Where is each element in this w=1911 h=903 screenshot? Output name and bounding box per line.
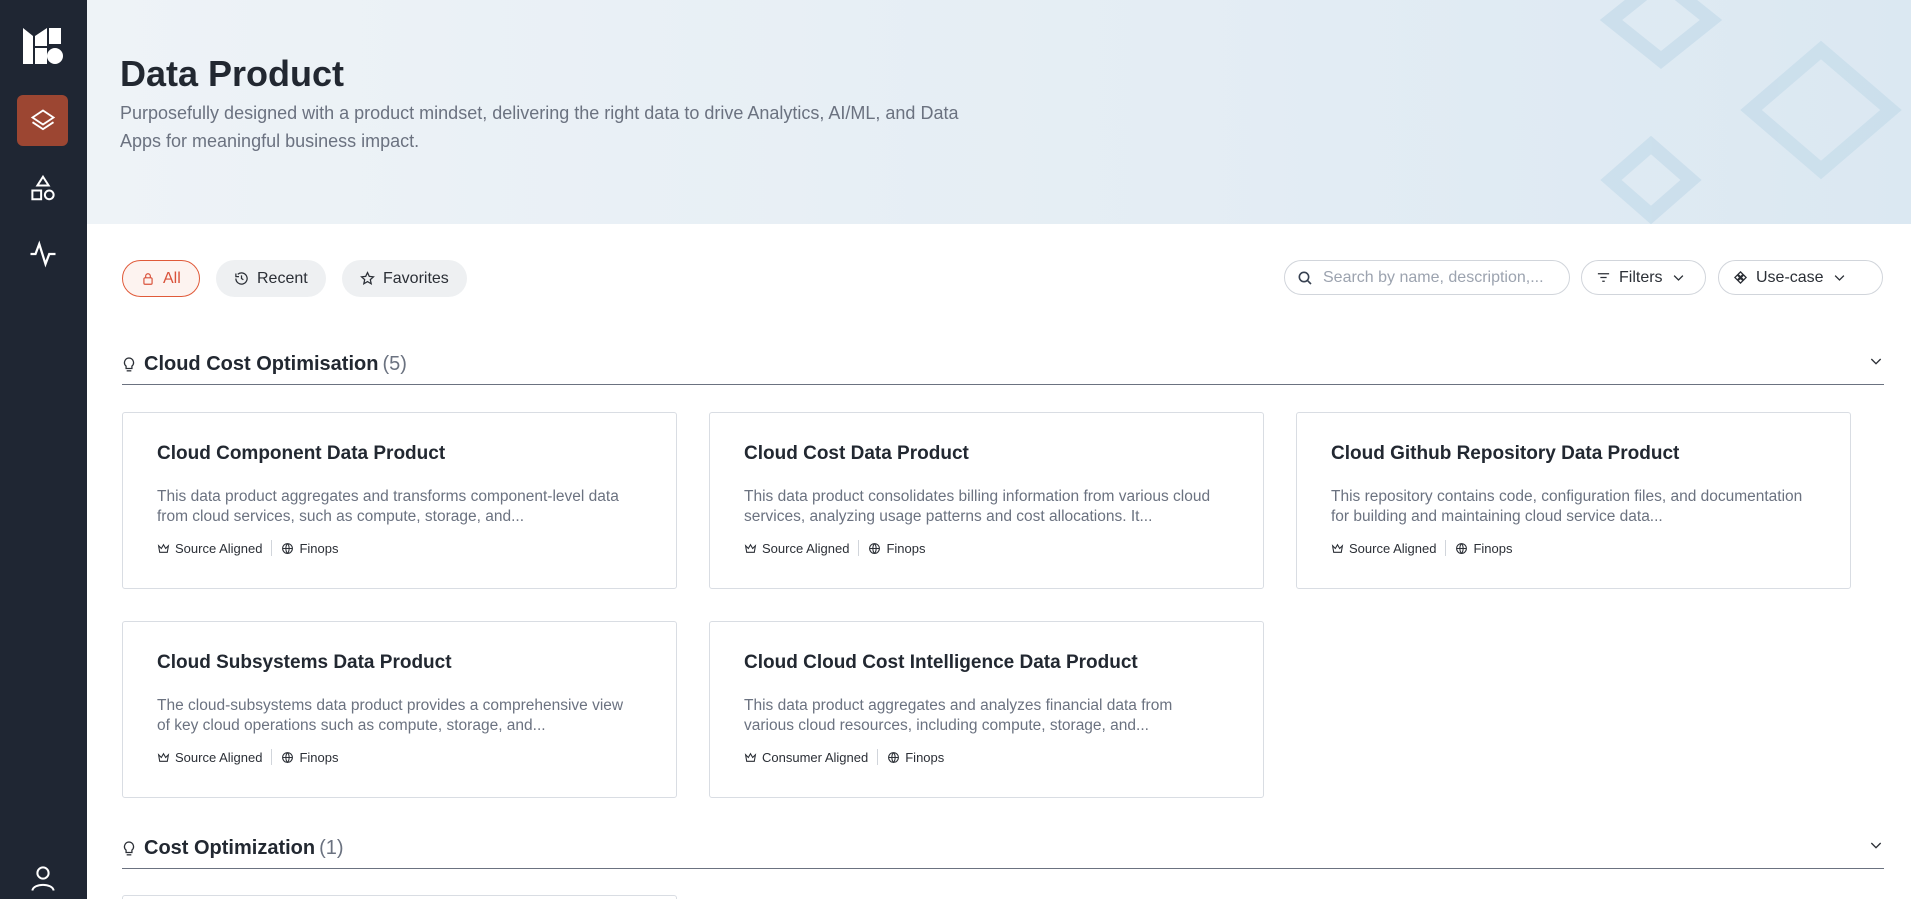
card-description: This data product consolidates billing i… <box>744 488 1211 525</box>
domain-tag: Finops <box>281 541 338 556</box>
section-title: Cost Optimization (1) <box>144 837 344 859</box>
tab-favorites[interactable]: Favorites <box>342 260 467 297</box>
chevron-down-icon[interactable] <box>1868 353 1884 369</box>
card-title: Cloud Cloud Cost Intelligence Data Produ… <box>744 652 1138 673</box>
card-title: Cloud Cost Data Product <box>744 443 969 464</box>
card-tags: Source Aligned Finops <box>157 540 338 556</box>
data-product-card[interactable]: Cloud Cost Data Product This data produc… <box>709 412 1264 589</box>
tag-divider <box>271 749 273 765</box>
globe-icon <box>888 751 900 763</box>
brand-logo-icon[interactable] <box>21 24 63 66</box>
data-product-card[interactable] <box>122 895 677 899</box>
search-icon <box>1298 271 1312 285</box>
section-header[interactable]: Cost Optimization (1) <box>122 829 1884 869</box>
shapes-icon <box>30 174 55 200</box>
section-count: (5) <box>382 353 407 375</box>
tab-all[interactable]: All <box>122 260 200 297</box>
tag-divider <box>271 540 273 556</box>
activity-icon <box>30 240 55 267</box>
filters-label: Filters <box>1619 268 1663 286</box>
tab-recent[interactable]: Recent <box>216 260 326 297</box>
tab-favorites-label: Favorites <box>383 269 449 287</box>
usecase-dropdown[interactable]: Use-case <box>1718 260 1883 295</box>
nav-user-profile[interactable] <box>17 852 68 903</box>
filter-lines-icon <box>1597 273 1610 282</box>
chevron-down-icon <box>1673 275 1683 281</box>
card-title: Cloud Github Repository Data Product <box>1331 443 1680 464</box>
card-title: Cloud Component Data Product <box>157 443 446 464</box>
card-tags: Source Aligned Finops <box>744 540 925 556</box>
search-input[interactable] <box>1323 268 1553 287</box>
main-content: Data Product Purposefully designed with … <box>87 0 1911 899</box>
nav-data-products[interactable] <box>17 95 68 146</box>
lightbulb-icon <box>123 841 135 856</box>
diamond-grid-icon <box>1733 270 1748 285</box>
chevron-down-icon <box>1834 275 1844 281</box>
alignment-tag: Source Aligned <box>744 541 849 556</box>
card-description: The cloud-subsystems data product provid… <box>157 697 624 734</box>
alignment-tag: Source Aligned <box>1331 541 1436 556</box>
crown-icon <box>1331 543 1344 553</box>
page-title: Data Product <box>120 53 345 94</box>
card-description: This repository contains code, configura… <box>1331 488 1803 525</box>
filters-button[interactable]: Filters <box>1581 260 1706 295</box>
tab-recent-label: Recent <box>257 269 308 287</box>
globe-icon <box>869 542 881 554</box>
sidebar <box>0 0 87 899</box>
data-product-card[interactable]: Cloud Cloud Cost Intelligence Data Produ… <box>709 621 1264 798</box>
star-icon <box>360 271 375 285</box>
domain-tag: Finops <box>887 750 944 765</box>
section-title: Cloud Cost Optimisation (5) <box>144 353 407 375</box>
page-header: Data Product Purposefully designed with … <box>87 0 1911 224</box>
tag-divider <box>858 540 860 556</box>
nav-activity[interactable] <box>17 228 68 279</box>
alignment-tag: Source Aligned <box>157 541 262 556</box>
tag-divider <box>877 749 879 765</box>
data-product-card[interactable]: Cloud Subsystems Data Product The cloud-… <box>122 621 677 798</box>
globe-icon <box>1456 542 1468 554</box>
layers-icon <box>30 108 55 130</box>
page-subtitle: Purposefully designed with a product min… <box>120 103 959 151</box>
domain-tag: Finops <box>281 750 338 765</box>
domain-tag: Finops <box>868 541 925 556</box>
card-tags: Consumer Aligned Finops <box>744 749 944 765</box>
crown-icon <box>744 543 757 553</box>
card-tags: Source Aligned Finops <box>1331 540 1512 556</box>
decorative-pattern <box>1599 0 1902 224</box>
data-product-card[interactable]: Cloud Component Data Product This data p… <box>122 412 677 589</box>
search-box <box>1284 260 1570 295</box>
card-title: Cloud Subsystems Data Product <box>157 652 452 673</box>
globe-icon <box>282 751 294 763</box>
usecase-label: Use-case <box>1756 268 1824 286</box>
card-description: This data product aggregates and transfo… <box>157 488 619 525</box>
alignment-tag: Source Aligned <box>157 750 262 765</box>
chevron-down-icon[interactable] <box>1868 837 1884 853</box>
crown-icon <box>744 752 757 762</box>
tab-all-label: All <box>163 269 181 287</box>
section-count: (1) <box>319 837 344 859</box>
lock-icon <box>143 272 153 285</box>
history-icon <box>235 272 248 285</box>
user-icon <box>30 865 55 891</box>
card-tags: Source Aligned Finops <box>157 749 338 765</box>
nav-shapes[interactable] <box>17 162 68 213</box>
domain-tag: Finops <box>1455 541 1512 556</box>
lightbulb-icon <box>123 357 135 372</box>
globe-icon <box>282 542 294 554</box>
card-description: This data product aggregates and analyze… <box>744 697 1173 734</box>
data-product-card[interactable]: Cloud Github Repository Data Product Thi… <box>1296 412 1851 589</box>
section-header[interactable]: Cloud Cost Optimisation (5) <box>122 345 1884 385</box>
crown-icon <box>157 752 170 762</box>
alignment-tag: Consumer Aligned <box>744 750 868 765</box>
tag-divider <box>1445 540 1447 556</box>
crown-icon <box>157 543 170 553</box>
